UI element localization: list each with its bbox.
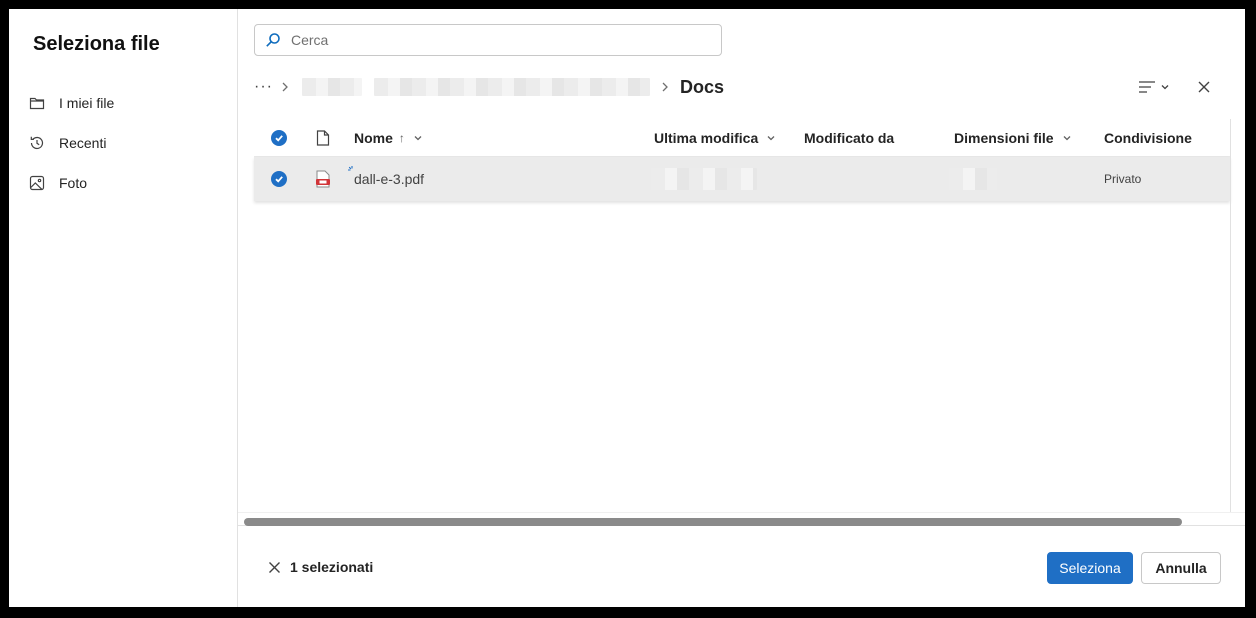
- pdf-icon: [315, 157, 331, 201]
- sidebar-item-my-files[interactable]: I miei file: [29, 89, 225, 117]
- dialog-title: Seleziona file: [33, 33, 160, 55]
- sidebar-item-label: Recenti: [59, 135, 107, 151]
- breadcrumb-current: Docs: [680, 76, 725, 97]
- chevron-right-icon: [274, 82, 296, 92]
- sidebar-item-recent[interactable]: Recenti: [29, 129, 225, 157]
- chevron-right-icon: [654, 82, 676, 92]
- search-input[interactable]: [291, 32, 711, 48]
- file-name[interactable]: dall-e-3.pdf: [354, 157, 424, 201]
- column-header-sharing[interactable]: Condivisione: [1104, 119, 1192, 157]
- selected-count: 1 selezionati: [290, 559, 374, 575]
- cancel-button[interactable]: Annulla: [1141, 552, 1221, 584]
- chevron-down-icon: [767, 136, 775, 141]
- chevron-down-icon: [414, 136, 422, 141]
- table-row[interactable]: dall-e-3.pdf Privato: [254, 157, 1230, 201]
- column-header-label: Modificato da: [804, 130, 895, 146]
- file-size-redacted: [949, 157, 997, 201]
- sharing-status: Privato: [1104, 172, 1142, 186]
- select-button[interactable]: Seleziona: [1047, 552, 1133, 584]
- column-header-label: Nome: [354, 130, 393, 146]
- folder-icon: [29, 93, 53, 113]
- modified-date-redacted: [651, 157, 757, 201]
- main-area: ··· Docs Nome: [238, 9, 1245, 607]
- document-icon: [316, 130, 330, 146]
- column-header-label: Dimensioni file: [954, 130, 1054, 146]
- sidebar-item-label: I miei file: [59, 95, 115, 111]
- column-header-modified[interactable]: Ultima modifica: [654, 119, 776, 157]
- breadcrumb: ··· Docs: [254, 75, 724, 99]
- table-header: Nome ↑ Ultima modifica Modificato da Dim…: [254, 119, 1230, 157]
- history-icon: [29, 133, 53, 153]
- breadcrumb-more-button[interactable]: ···: [254, 78, 274, 96]
- sidebar: Seleziona file I miei file Recenti Foto: [9, 9, 238, 607]
- sort-ascending-icon: ↑: [398, 131, 405, 145]
- column-header-modified-by[interactable]: Modificato da: [804, 119, 894, 157]
- checkmark-icon: [271, 171, 287, 187]
- column-header-name[interactable]: Nome ↑: [354, 119, 423, 157]
- chevron-down-icon: [1063, 136, 1071, 141]
- file-picker-dialog: Seleziona file I miei file Recenti Foto: [9, 9, 1245, 607]
- image-icon: [29, 173, 53, 193]
- close-icon: [1198, 81, 1210, 93]
- close-icon: [269, 561, 280, 573]
- search-icon: [266, 33, 280, 47]
- column-header-label: Condivisione: [1104, 130, 1192, 146]
- sidebar-item-label: Foto: [59, 175, 88, 191]
- file-table: Nome ↑ Ultima modifica Modificato da Dim…: [254, 119, 1230, 201]
- breadcrumb-item-redacted[interactable]: [374, 78, 650, 96]
- search-box[interactable]: [254, 24, 722, 56]
- view-options-button[interactable]: [1138, 77, 1174, 97]
- select-all-checkbox[interactable]: [271, 119, 287, 157]
- clear-selection-button[interactable]: 1 selezionati: [268, 559, 373, 575]
- file-type-column-header[interactable]: [316, 119, 330, 157]
- row-checkbox[interactable]: [271, 157, 287, 201]
- column-header-label: Ultima modifica: [654, 130, 759, 146]
- chevron-down-icon: [1161, 85, 1169, 90]
- breadcrumb-item-redacted[interactable]: [302, 78, 362, 96]
- horizontal-scrollbar[interactable]: [238, 512, 1245, 526]
- scroll-divider: [1230, 119, 1231, 512]
- close-button[interactable]: [1194, 77, 1214, 97]
- sidebar-item-photos[interactable]: Foto: [29, 169, 225, 197]
- checkmark-icon: [271, 130, 287, 146]
- list-view-icon: [1139, 81, 1155, 93]
- scrollbar-thumb[interactable]: [244, 518, 1182, 526]
- column-header-size[interactable]: Dimensioni file: [954, 119, 1072, 157]
